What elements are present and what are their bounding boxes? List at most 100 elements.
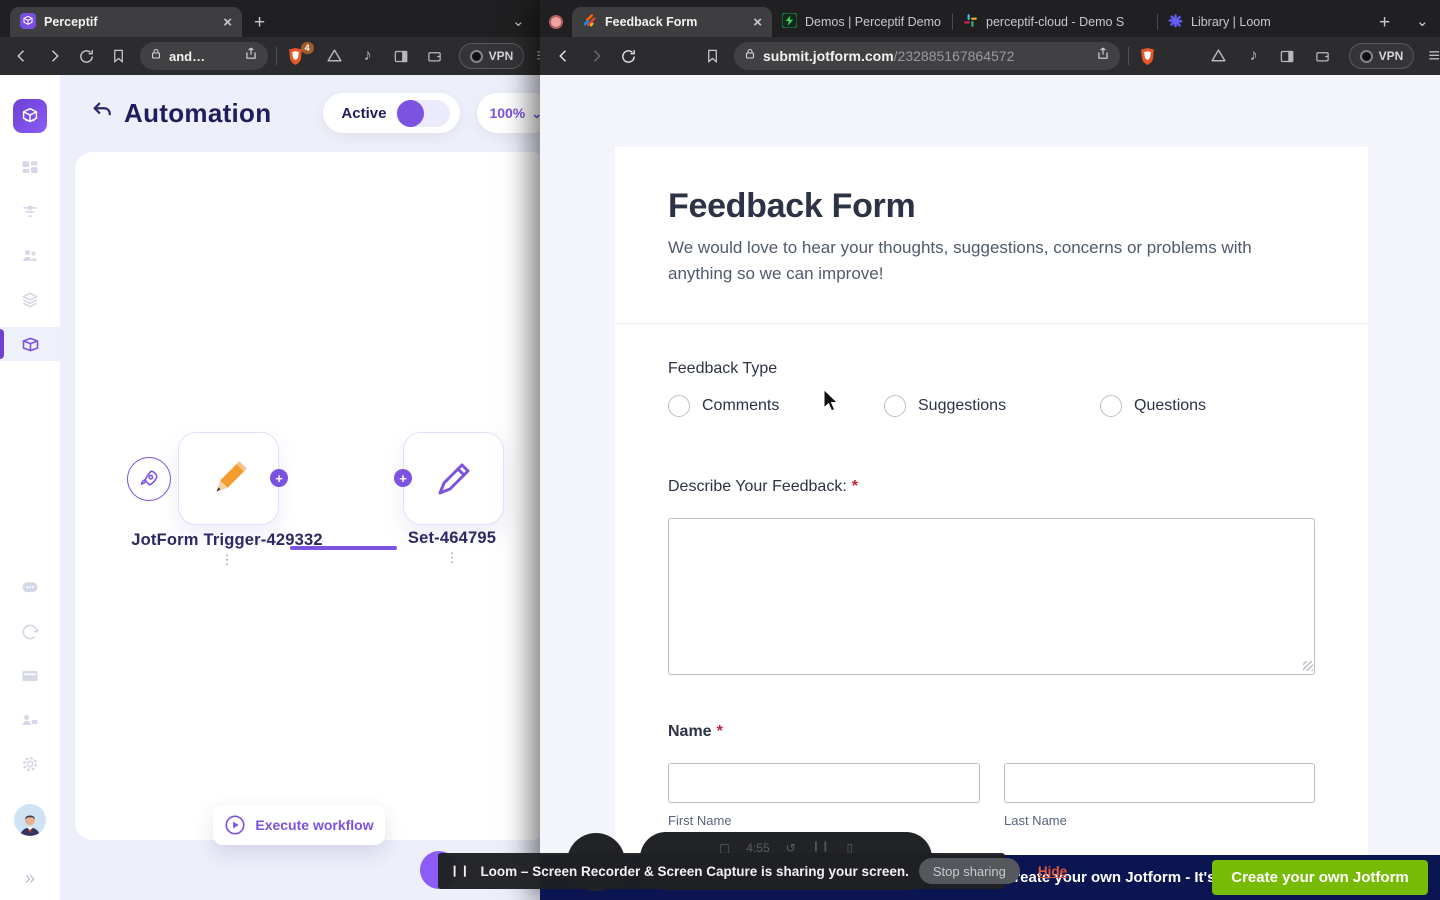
jotform-favicon [582, 13, 597, 31]
radio-option-suggestions[interactable]: Suggestions [884, 395, 1006, 417]
new-tab-button[interactable] [1379, 13, 1390, 32]
sidebar-item-users[interactable] [0, 239, 60, 273]
textarea-resize-handle[interactable] [1303, 661, 1313, 671]
sidebar-item-chat[interactable] [0, 571, 60, 605]
loom-favicon [1168, 13, 1183, 31]
input-port-plus[interactable] [394, 469, 412, 487]
rewards-icon[interactable] [325, 48, 345, 65]
tab-loom-library[interactable]: Library | Loom [1158, 7, 1324, 37]
sidebar-item-processes[interactable] [0, 195, 60, 229]
feedback-form-card: Feedback Form We would love to hear your… [615, 147, 1368, 855]
wallet-icon[interactable] [425, 49, 445, 64]
address-bar[interactable]: submit.jotform.com/232885167864572 [734, 42, 1120, 70]
rocket-icon[interactable] [127, 457, 171, 501]
feedback-textarea[interactable] [668, 518, 1315, 675]
share-icon[interactable] [244, 46, 258, 66]
sidebar-panel-icon[interactable] [1277, 49, 1297, 64]
automation-header: Automation Active 100% [60, 89, 555, 137]
media-control-icon[interactable] [359, 48, 377, 64]
lock-icon [150, 47, 162, 66]
page-title: Automation [124, 97, 272, 128]
tab-title: Library | Loom [1191, 15, 1271, 29]
jotform-page: Feedback Form We would love to hear your… [540, 75, 1440, 900]
execute-workflow-button[interactable]: Execute workflow [213, 805, 385, 845]
stop-sharing-button[interactable]: Stop sharing [918, 858, 1020, 884]
url-domain: submit.jotform.com [763, 48, 894, 64]
node-menu-icon[interactable] [352, 551, 552, 564]
execute-workflow-label: Execute workflow [255, 817, 374, 833]
tab-demos[interactable]: Demos | Perceptif Demo S [772, 7, 952, 37]
sidebar-item-integrations[interactable] [0, 703, 60, 737]
active-toggle-pill: Active [323, 93, 461, 133]
reload-icon[interactable] [618, 48, 638, 65]
menu-icon[interactable] [1428, 46, 1440, 66]
tab-feedback-form[interactable]: Feedback Form [572, 7, 772, 37]
radio-option-questions[interactable]: Questions [1100, 395, 1206, 417]
node-menu-icon[interactable] [77, 553, 377, 566]
sidebar-item-sync[interactable] [0, 615, 60, 649]
perceptif-logo[interactable] [13, 99, 47, 133]
recording-indicator-dot [549, 15, 563, 29]
workflow-canvas[interactable]: JotForm Trigger-429332 Set-464795 Execut… [75, 152, 565, 845]
vpn-label: VPN [488, 49, 514, 63]
radio-icon[interactable] [884, 395, 906, 417]
bookmark-icon[interactable] [108, 48, 128, 64]
back-arrow-icon[interactable] [90, 100, 114, 127]
left-browser-window: Perceptif and… 4 [0, 0, 565, 900]
back-icon[interactable] [12, 47, 32, 65]
workflow-node-set[interactable] [394, 432, 565, 525]
feedback-type-label: Feedback Type [668, 360, 778, 377]
address-bar[interactable]: and… [140, 42, 268, 70]
sharing-pause-icon [450, 866, 470, 877]
slack-favicon [963, 13, 978, 31]
sidebar-expand-button[interactable] [0, 861, 60, 895]
back-icon[interactable] [554, 47, 574, 65]
app-sidebar [0, 75, 60, 900]
new-tab-button[interactable] [254, 13, 265, 32]
radio-icon[interactable] [1100, 395, 1122, 417]
describe-feedback-label: Describe Your Feedback: * [668, 478, 858, 496]
radio-option-comments[interactable]: Comments [668, 395, 779, 417]
left-tab-strip: Perceptif [0, 0, 548, 37]
describe-feedback-text: Describe Your Feedback: [668, 478, 847, 495]
last-name-input[interactable] [1004, 763, 1315, 803]
hide-link[interactable]: Hide [1038, 864, 1067, 879]
sidebar-item-settings[interactable] [0, 747, 60, 781]
active-toggle[interactable] [396, 99, 451, 127]
close-tab-icon[interactable] [223, 15, 232, 30]
first-name-input[interactable] [668, 763, 980, 803]
form-subtitle: We would love to hear your thoughts, sug… [668, 238, 1252, 283]
sidebar-item-layers[interactable] [0, 283, 60, 317]
radio-icon[interactable] [668, 395, 690, 417]
demo-app-favicon [781, 12, 798, 31]
output-port-plus[interactable] [270, 469, 288, 487]
share-icon[interactable] [1096, 46, 1110, 66]
tab-perceptif-cloud-slack[interactable]: perceptif-cloud - Demo S [953, 7, 1157, 37]
bookmark-icon[interactable] [702, 48, 722, 64]
user-avatar[interactable] [0, 803, 60, 837]
brave-shield-icon[interactable] [1137, 47, 1159, 66]
reload-icon[interactable] [76, 48, 96, 65]
pause-icon[interactable] [812, 841, 831, 852]
tab-perceptif[interactable]: Perceptif [10, 7, 242, 37]
media-control-icon[interactable] [1245, 48, 1263, 64]
tab-search-chevron-icon[interactable] [512, 14, 525, 29]
forward-icon[interactable] [44, 47, 64, 65]
vpn-button[interactable]: VPN [458, 43, 525, 69]
sidebar-item-cards[interactable] [0, 659, 60, 693]
wallet-icon[interactable] [1313, 49, 1333, 64]
rewards-icon[interactable] [1209, 48, 1229, 65]
brave-shield-icon[interactable]: 4 [285, 41, 314, 66]
create-jotform-button[interactable]: Create your own Jotform [1212, 860, 1428, 895]
tab-search-chevron-icon[interactable] [1416, 14, 1429, 29]
close-tab-icon[interactable] [753, 15, 762, 30]
first-name-sublabel: First Name [668, 813, 732, 828]
sidebar-item-dashboard[interactable] [0, 151, 60, 185]
workflow-node-jotform-trigger[interactable] [178, 432, 288, 525]
forward-icon[interactable] [586, 47, 606, 65]
vpn-button[interactable]: VPN [1348, 43, 1415, 69]
mouse-cursor [822, 387, 840, 419]
sidebar-panel-icon[interactable] [391, 49, 411, 64]
sidebar-item-automation[interactable] [0, 327, 60, 361]
vpn-status-dot [469, 49, 483, 63]
